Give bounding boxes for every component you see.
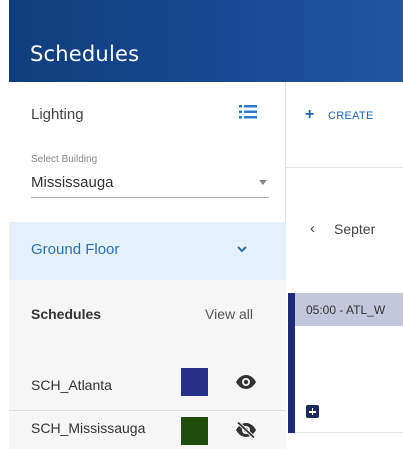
create-button[interactable]: + CREATE	[298, 106, 403, 126]
schedule-item[interactable]: SCH_Mississauga	[9, 410, 286, 446]
month-navigation: ‹ Septer	[296, 220, 403, 240]
month-label: Septer	[334, 221, 376, 237]
floor-selector[interactable]: Ground Floor	[9, 222, 286, 280]
chevron-left-icon[interactable]: ‹	[310, 220, 315, 237]
create-label: CREATE	[328, 110, 374, 122]
calendar-accent-bar	[288, 293, 295, 433]
schedules-header: Schedules	[31, 306, 102, 322]
app-header: Schedules	[0, 0, 403, 82]
event-label: 05:00 - ATL_W	[306, 303, 386, 317]
sidebar: Lighting Select Building Mississauga Gro…	[9, 82, 286, 449]
view-all-link[interactable]: View all	[205, 306, 253, 322]
plus-icon: +	[305, 106, 315, 123]
list-icon[interactable]	[239, 105, 257, 119]
schedules-section: Schedules View all SCH_Atlanta SCH_Missi…	[9, 280, 286, 449]
schedule-color-swatch[interactable]	[181, 368, 208, 396]
chevron-down-icon[interactable]	[235, 242, 249, 256]
divider	[286, 167, 403, 168]
building-select-caption: Select Building	[31, 154, 98, 165]
eye-icon[interactable]	[235, 374, 257, 390]
floor-label: Ground Floor	[31, 241, 120, 258]
building-select[interactable]: Mississauga	[31, 174, 114, 191]
schedule-color-swatch[interactable]	[181, 417, 208, 445]
header-left-border	[0, 0, 9, 82]
category-label: Lighting	[31, 106, 84, 123]
schedule-item[interactable]: SCH_Atlanta	[9, 368, 286, 404]
calendar-area: 05:00 - ATL_W	[288, 293, 403, 433]
select-underline	[31, 197, 269, 198]
calendar-event[interactable]: 05:00 - ATL_W	[295, 293, 403, 326]
dropdown-arrow-icon[interactable]	[259, 180, 267, 185]
add-box-icon[interactable]	[306, 405, 319, 418]
page-title: Schedules	[30, 42, 140, 66]
eye-off-icon[interactable]	[235, 422, 257, 438]
schedule-name: SCH_Atlanta	[31, 377, 112, 393]
schedule-name: SCH_Mississauga	[31, 420, 146, 436]
